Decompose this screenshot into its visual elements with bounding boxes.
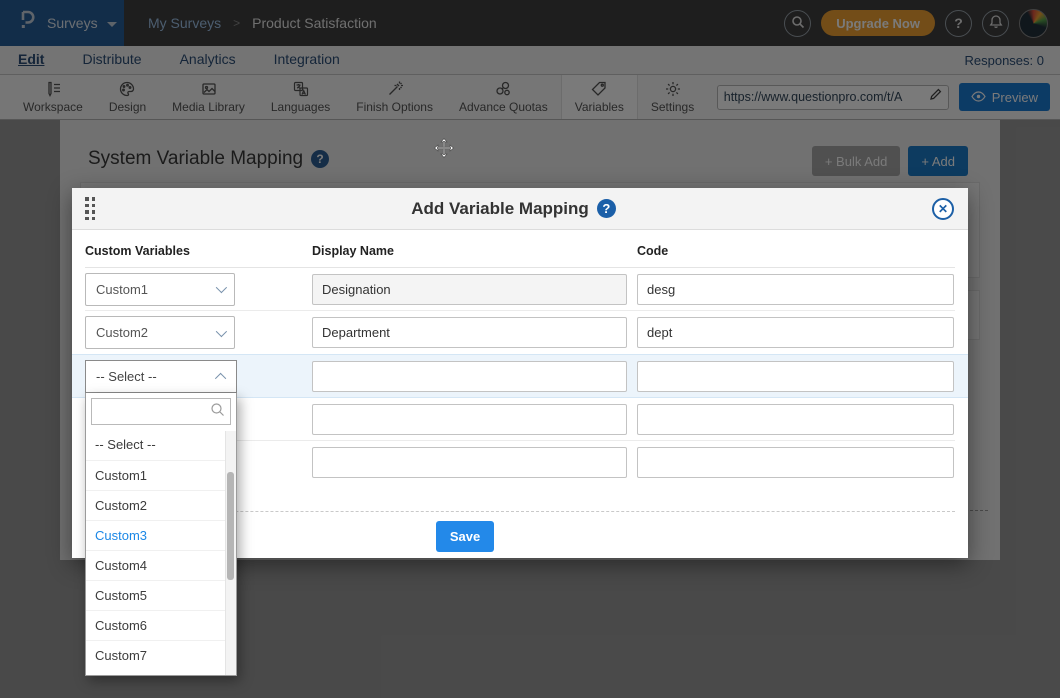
dropdown-scrollbar-track[interactable] bbox=[225, 431, 236, 675]
display-name-input-1[interactable] bbox=[312, 274, 627, 305]
modal-header: Add Variable Mapping ? ✕ bbox=[72, 188, 968, 230]
modal-body: Custom Variables Display Name Code Custo… bbox=[72, 230, 968, 552]
display-name-input-5[interactable] bbox=[312, 447, 627, 478]
code-input-3[interactable] bbox=[637, 361, 954, 392]
dropdown-scrollbar-thumb[interactable] bbox=[227, 472, 234, 580]
dropdown-search-input[interactable] bbox=[92, 404, 210, 419]
code-input-4[interactable] bbox=[637, 404, 954, 435]
chevron-up-icon bbox=[215, 372, 226, 383]
code-input-5[interactable] bbox=[637, 447, 954, 478]
add-variable-mapping-modal: Add Variable Mapping ? ✕ Custom Variable… bbox=[72, 188, 968, 558]
column-header-display-name: Display Name bbox=[312, 244, 627, 258]
code-input-2[interactable] bbox=[637, 317, 954, 348]
variable-select-1[interactable]: Custom1 bbox=[85, 273, 235, 306]
dropdown-option-custom5[interactable]: Custom5 bbox=[86, 580, 225, 610]
variable-select-1-value: Custom1 bbox=[96, 282, 148, 297]
variable-select-2[interactable]: Custom2 bbox=[85, 316, 235, 349]
search-icon bbox=[210, 402, 230, 422]
save-button[interactable]: Save bbox=[436, 521, 494, 552]
dropdown-options-list: -- Select -- Custom1 Custom2 Custom3 Cus… bbox=[86, 430, 225, 670]
drag-handle-icon[interactable] bbox=[85, 197, 95, 220]
close-icon[interactable]: ✕ bbox=[932, 198, 954, 220]
mapping-row-2: Custom2 bbox=[85, 311, 955, 354]
dropdown-panel: -- Select -- Custom1 Custom2 Custom3 Cus… bbox=[85, 393, 237, 676]
display-name-input-3[interactable] bbox=[312, 361, 627, 392]
dropdown-option-custom6[interactable]: Custom6 bbox=[86, 610, 225, 640]
variable-select-3[interactable]: -- Select -- bbox=[85, 360, 237, 393]
variable-dropdown-open: -- Select -- -- Select -- Cu bbox=[85, 360, 237, 676]
mapping-row-1: Custom1 bbox=[85, 268, 955, 311]
app-window: Surveys My Surveys > Product Satisfactio… bbox=[0, 0, 1060, 698]
display-name-input-2[interactable] bbox=[312, 317, 627, 348]
dropdown-option-custom4[interactable]: Custom4 bbox=[86, 550, 225, 580]
variable-select-3-value: -- Select -- bbox=[96, 369, 157, 384]
display-name-input-4[interactable] bbox=[312, 404, 627, 435]
chevron-down-icon bbox=[216, 325, 227, 336]
dropdown-option-custom1[interactable]: Custom1 bbox=[86, 460, 225, 490]
column-header-custom-variables: Custom Variables bbox=[85, 244, 235, 258]
modal-help-icon[interactable]: ? bbox=[597, 199, 616, 218]
move-cursor-icon bbox=[433, 137, 455, 164]
dropdown-option-custom2[interactable]: Custom2 bbox=[86, 490, 225, 520]
modal-title: Add Variable Mapping bbox=[411, 199, 589, 219]
code-input-1[interactable] bbox=[637, 274, 954, 305]
dropdown-option-custom7[interactable]: Custom7 bbox=[86, 640, 225, 670]
column-headers: Custom Variables Display Name Code bbox=[85, 230, 955, 268]
dropdown-option-custom3[interactable]: Custom3 bbox=[86, 520, 225, 550]
chevron-down-icon bbox=[216, 282, 227, 293]
dropdown-option-select[interactable]: -- Select -- bbox=[86, 430, 225, 460]
variable-select-2-value: Custom2 bbox=[96, 325, 148, 340]
dropdown-search-box[interactable] bbox=[91, 398, 231, 425]
column-header-code: Code bbox=[637, 244, 954, 258]
